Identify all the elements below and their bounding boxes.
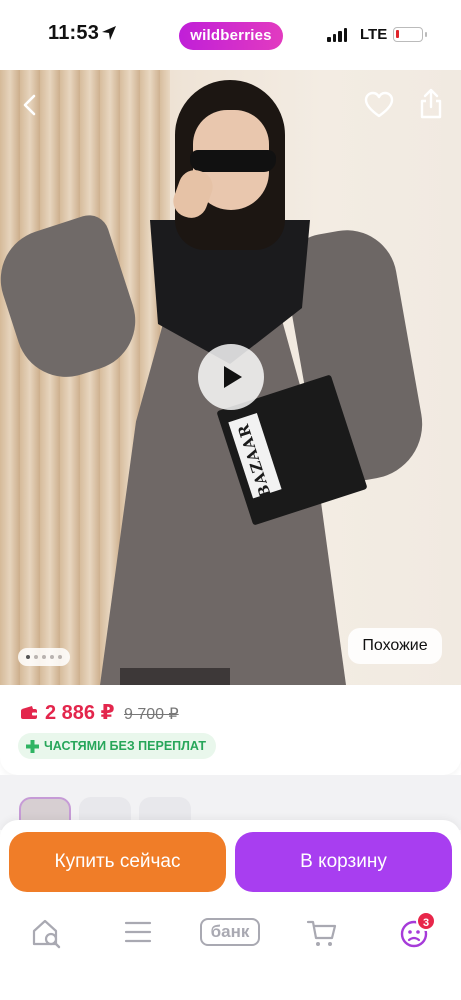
pager-dot bbox=[58, 655, 62, 659]
installments-badge[interactable]: ЧАСТЯМИ БЕЗ ПЕРЕПЛАТ bbox=[18, 733, 216, 759]
play-icon bbox=[224, 366, 242, 388]
pager-dot bbox=[26, 655, 30, 659]
bottom-tab-bar: банк 3 bbox=[0, 905, 461, 1000]
installments-label: ЧАСТЯМИ БЕЗ ПЕРЕПЛАТ bbox=[44, 739, 206, 753]
signal-icon bbox=[327, 28, 347, 42]
profile-notification-badge: 3 bbox=[416, 911, 436, 931]
tab-bank[interactable]: банк bbox=[200, 918, 260, 946]
buy-now-button[interactable]: Купить сейчас bbox=[9, 832, 226, 892]
tab-home[interactable] bbox=[30, 917, 74, 951]
status-bar: 11:53 wildberries LTE bbox=[0, 0, 461, 70]
pager-dot bbox=[42, 655, 46, 659]
photo-legs bbox=[120, 668, 230, 685]
tab-cart[interactable] bbox=[306, 917, 350, 951]
wallet-icon bbox=[21, 706, 37, 719]
similar-button[interactable]: Похожие bbox=[348, 628, 442, 664]
photo-sunglasses bbox=[190, 150, 276, 172]
home-search-icon bbox=[32, 919, 61, 949]
current-price: 2 886 ₽ bbox=[45, 702, 115, 724]
brand-logo: wildberries bbox=[179, 22, 283, 50]
old-price: 9 700 ₽ bbox=[124, 706, 179, 723]
gallery-pager bbox=[18, 648, 70, 666]
add-to-cart-button[interactable]: В корзину bbox=[235, 832, 452, 892]
back-icon[interactable] bbox=[18, 92, 44, 118]
heart-icon[interactable] bbox=[364, 91, 394, 119]
pager-dot bbox=[34, 655, 38, 659]
cart-icon bbox=[306, 920, 337, 946]
location-arrow-icon bbox=[102, 26, 116, 40]
battery-icon bbox=[393, 27, 427, 42]
product-gallery[interactable]: BAZAAR Похожие bbox=[0, 70, 461, 685]
network-type: LTE bbox=[360, 26, 388, 43]
play-video-button[interactable] bbox=[198, 344, 264, 410]
price-section: 2 886 ₽ 9 700 ₽ ЧАСТЯМИ БЕЗ ПЕРЕПЛАТ bbox=[0, 685, 461, 775]
share-icon[interactable] bbox=[418, 88, 444, 120]
tab-catalog[interactable] bbox=[124, 917, 168, 951]
plus-icon bbox=[26, 740, 39, 753]
purchase-actions: Купить сейчас В корзину bbox=[0, 820, 461, 905]
menu-icon bbox=[124, 921, 152, 943]
battery-level-fill bbox=[396, 30, 399, 38]
status-time: 11:53 bbox=[48, 22, 100, 44]
pager-dot bbox=[50, 655, 54, 659]
